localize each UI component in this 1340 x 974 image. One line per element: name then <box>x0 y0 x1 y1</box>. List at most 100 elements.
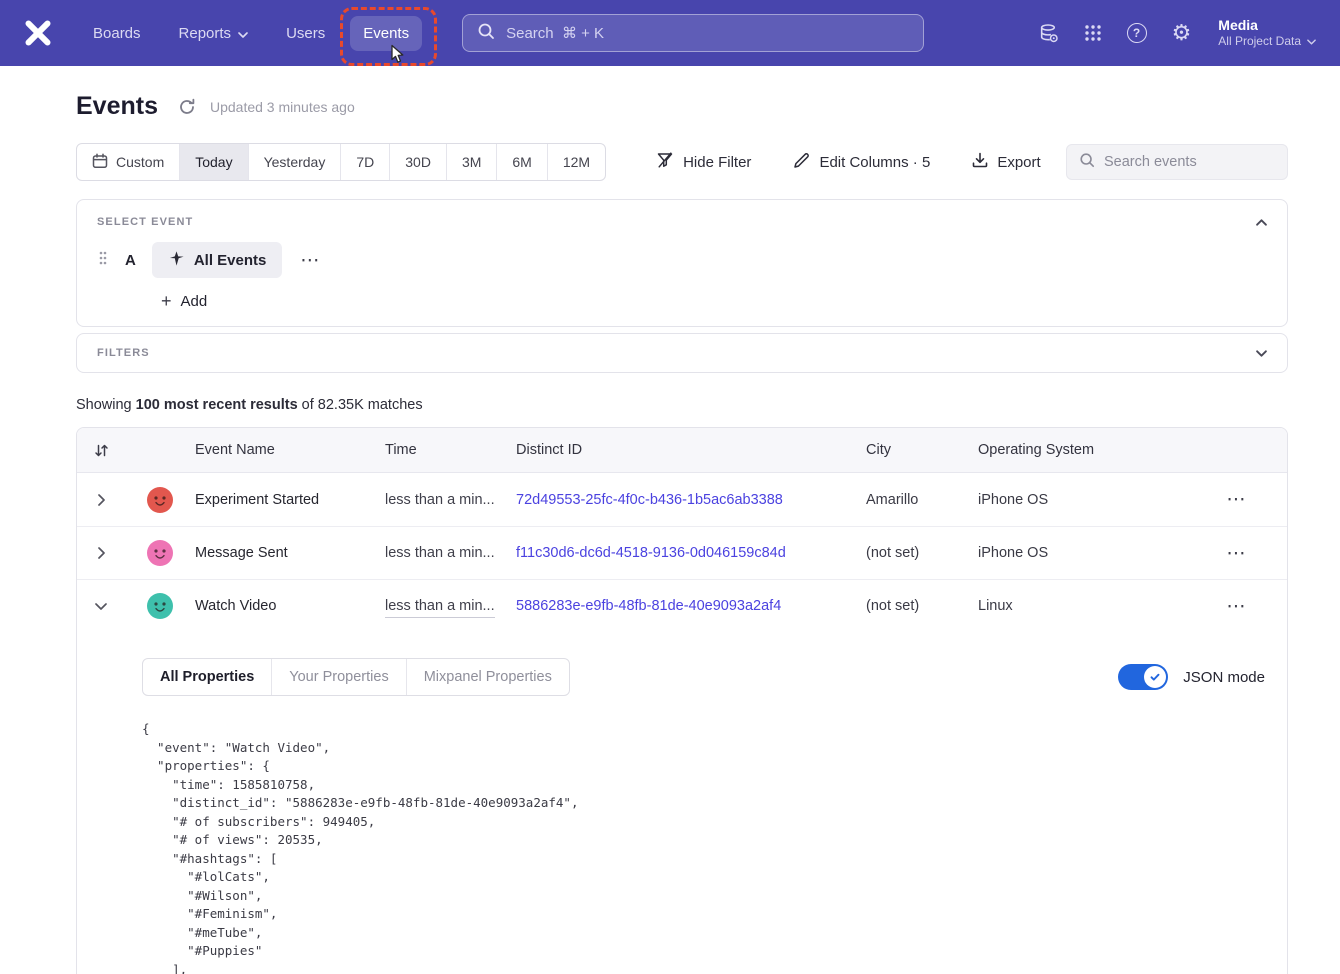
top-navbar: Boards Reports Users Events ? ⚙ Media Al… <box>0 0 1340 66</box>
event-more-button[interactable]: ⋯ <box>292 247 327 274</box>
cell-distinct-id-link[interactable]: 72d49553-25fc-4f0c-b436-1b5ac6ab3388 <box>516 492 866 508</box>
cell-distinct-id-link[interactable]: 5886283e-e9fb-48fb-81de-40e9093a2af4 <box>516 598 866 614</box>
help-glyph: ? <box>1127 23 1147 43</box>
cell-distinct-id-link[interactable]: f11c30d6-dc6d-4518-9136-0d046159c84d <box>516 545 866 561</box>
date-range-custom[interactable]: Custom <box>77 144 179 180</box>
json-mode-label: JSON mode <box>1183 669 1265 686</box>
date-range-today[interactable]: Today <box>179 144 247 180</box>
refresh-icon[interactable] <box>178 98 196 116</box>
gear-icon[interactable]: ⚙ <box>1172 22 1192 44</box>
column-city[interactable]: City <box>866 442 978 458</box>
global-search[interactable] <box>462 14 924 52</box>
select-event-panel: SELECT EVENT A All Events ⋯ + Add <box>76 199 1288 327</box>
nav-users-label: Users <box>286 25 325 42</box>
export-button[interactable]: Export <box>972 152 1040 172</box>
column-operating-system[interactable]: Operating System <box>978 442 1185 458</box>
results-count: 100 most recent results <box>136 397 298 413</box>
all-events-chip[interactable]: All Events <box>152 242 283 278</box>
cell-event-name: Experiment Started <box>195 492 385 508</box>
nav-events-label: Events <box>363 25 409 42</box>
cell-event-name: Watch Video <box>195 598 385 614</box>
select-event-title: SELECT EVENT <box>97 216 193 228</box>
row-more-button[interactable]: ⋯ <box>1227 542 1246 565</box>
drag-handle-icon[interactable] <box>99 251 107 270</box>
project-switcher[interactable]: Media All Project Data <box>1218 16 1316 50</box>
hide-filter-label: Hide Filter <box>683 154 751 171</box>
project-name: Media <box>1218 16 1316 34</box>
toggle-knob <box>1144 666 1166 688</box>
table-row[interactable]: Experiment Started less than a min... 72… <box>77 473 1287 526</box>
filter-icon <box>656 151 674 173</box>
collapse-chevron-up-icon[interactable] <box>1256 219 1267 226</box>
date-range-7d[interactable]: 7D <box>340 144 389 180</box>
json-mode-toggle[interactable] <box>1118 664 1168 690</box>
search-icon <box>1079 152 1095 173</box>
hide-filter-button[interactable]: Hide Filter <box>656 151 751 173</box>
date-range-6m[interactable]: 6M <box>496 144 546 180</box>
date-range-yesterday[interactable]: Yesterday <box>248 144 341 180</box>
row-more-button[interactable]: ⋯ <box>1227 595 1246 618</box>
chevron-down-icon <box>238 25 248 42</box>
column-event-name[interactable]: Event Name <box>195 442 385 458</box>
date-range-group: Custom Today Yesterday 7D 30D 3M 6M 12M <box>76 143 606 181</box>
date-range-12m[interactable]: 12M <box>547 144 605 180</box>
column-distinct-id[interactable]: Distinct ID <box>516 442 866 458</box>
results-prefix: Showing <box>76 397 136 413</box>
all-events-chip-label: All Events <box>194 252 267 269</box>
table-row-expanded[interactable]: Watch Video less than a min... 5886283e-… <box>77 579 1287 632</box>
tab-all-properties[interactable]: All Properties <box>143 659 271 695</box>
row-more-button[interactable]: ⋯ <box>1227 488 1246 511</box>
tab-mixpanel-properties[interactable]: Mixpanel Properties <box>406 659 569 695</box>
search-icon <box>477 22 495 45</box>
cell-os: iPhone OS <box>978 545 1185 561</box>
user-avatar[interactable] <box>147 593 173 619</box>
collapse-row-chevron-down-icon[interactable] <box>77 603 125 610</box>
data-management-icon[interactable] <box>1038 23 1059 44</box>
expand-row-chevron-right-icon[interactable] <box>77 494 125 506</box>
page-header: Events Updated 3 minutes ago <box>76 92 1288 121</box>
expand-row-chevron-right-icon[interactable] <box>77 547 125 559</box>
filters-panel: FILTERS <box>76 333 1288 373</box>
tab-your-properties[interactable]: Your Properties <box>271 659 405 695</box>
last-updated-text: Updated 3 minutes ago <box>210 99 355 115</box>
expand-chevron-down-icon[interactable] <box>1256 350 1267 357</box>
search-events-field[interactable] <box>1066 144 1288 180</box>
cell-city: (not set) <box>866 545 978 561</box>
export-label: Export <box>997 154 1040 171</box>
event-detail-panel: All Properties Your Properties Mixpanel … <box>77 632 1287 974</box>
add-event-button[interactable]: + Add <box>161 292 207 310</box>
user-avatar[interactable] <box>147 540 173 566</box>
apps-grid-icon[interactable] <box>1084 24 1102 42</box>
properties-tab-group: All Properties Your Properties Mixpanel … <box>142 658 570 696</box>
help-icon[interactable]: ? <box>1127 23 1147 43</box>
cell-time: less than a min... <box>385 545 516 561</box>
date-range-30d[interactable]: 30D <box>389 144 446 180</box>
nav-item-reports[interactable]: Reports <box>166 16 262 51</box>
table-row[interactable]: Message Sent less than a min... f11c30d6… <box>77 526 1287 579</box>
sort-icon[interactable] <box>77 443 125 458</box>
search-events-input[interactable] <box>1104 154 1291 170</box>
event-query-row: A All Events ⋯ <box>77 234 1287 278</box>
nav-reports-label: Reports <box>179 25 232 42</box>
cell-os: iPhone OS <box>978 492 1185 508</box>
cell-city: (not set) <box>866 598 978 614</box>
calendar-icon <box>92 153 108 172</box>
project-scope-label: All Project Data <box>1218 34 1301 50</box>
global-search-input[interactable] <box>506 25 909 42</box>
add-event-label: Add <box>181 293 208 310</box>
json-view: { "event": "Watch Video", "properties": … <box>142 720 1265 974</box>
nav-item-events[interactable]: Events <box>350 16 422 51</box>
edit-columns-label: Edit Columns · 5 <box>819 154 930 171</box>
column-time[interactable]: Time <box>385 442 516 458</box>
nav-item-users[interactable]: Users <box>273 16 338 51</box>
plus-icon: + <box>161 292 172 310</box>
cell-city: Amarillo <box>866 492 978 508</box>
edit-columns-button[interactable]: Edit Columns · 5 <box>793 152 930 173</box>
chevron-down-icon <box>1307 34 1316 50</box>
date-range-3m[interactable]: 3M <box>446 144 496 180</box>
nav-item-boards[interactable]: Boards <box>80 16 154 51</box>
user-avatar[interactable] <box>147 487 173 513</box>
mixpanel-logo[interactable] <box>24 20 54 46</box>
cell-time: less than a min... <box>385 598 495 618</box>
filters-title: FILTERS <box>97 347 150 359</box>
